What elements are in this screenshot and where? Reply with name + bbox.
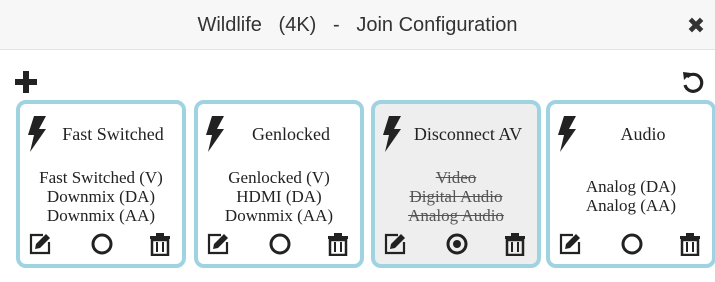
trash-icon[interactable] (678, 232, 702, 257)
edit-icon[interactable] (206, 232, 230, 256)
card-detail-line: Analog (AA) (585, 196, 677, 215)
bolt-icon (556, 116, 578, 152)
card-detail-line: HDMI (DA) (236, 186, 322, 206)
radio-unselected-icon[interactable] (620, 232, 644, 256)
card-title: Audio (620, 124, 666, 144)
card-detail-line: Downmix (AA) (224, 205, 334, 225)
card-actions (20, 232, 182, 258)
card-details: Fast Switched (V) Downmix (DA) Downmix (… (20, 166, 182, 226)
config-card-disconnect-av[interactable]: Disconnect AV Video Digital Audio Analog… (371, 100, 541, 268)
trash-icon[interactable] (503, 232, 527, 257)
card-actions (198, 232, 360, 258)
card-detail-line: Video (435, 167, 477, 187)
card-header: Audio (550, 114, 712, 154)
card-detail-line: Downmix (DA) (46, 186, 156, 206)
radio-unselected-icon[interactable] (90, 232, 114, 256)
card-detail-line: Genlocked (V) (228, 167, 330, 187)
card-detail-line: Downmix (AA) (46, 205, 156, 225)
card-details: Video Digital Audio Analog Audio (375, 166, 537, 226)
bolt-icon (381, 116, 403, 152)
bolt-icon (26, 116, 48, 152)
card-title: Genlocked (252, 124, 330, 144)
radio-unselected-icon[interactable] (268, 232, 292, 256)
plus-icon[interactable] (14, 70, 38, 94)
card-title: Fast Switched (62, 124, 164, 144)
card-detail-line: Fast Switched (V) (39, 167, 163, 187)
close-icon[interactable]: ✖ (685, 16, 707, 38)
refresh-icon[interactable] (681, 70, 705, 94)
card-actions (375, 232, 537, 258)
card-details: Genlocked (V) HDMI (DA) Downmix (AA) (198, 166, 360, 226)
card-detail-line: Analog Audio (408, 205, 504, 225)
join-config-cards: Fast Switched Fast Switched (V) Downmix … (16, 100, 715, 272)
radio-selected-icon[interactable] (445, 232, 469, 256)
card-details: Analog (DA) Analog (AA) (550, 166, 712, 226)
config-card-audio[interactable]: Audio Analog (DA) Analog (AA) (546, 100, 715, 268)
config-card-fast-switched[interactable]: Fast Switched Fast Switched (V) Downmix … (16, 100, 186, 268)
card-title: Disconnect AV (413, 124, 523, 144)
dialog-title: Wildlife (4K) - Join Configuration (197, 14, 518, 36)
trash-icon[interactable] (326, 232, 350, 257)
edit-icon[interactable] (28, 232, 52, 256)
config-card-genlocked[interactable]: Genlocked Genlocked (V) HDMI (DA) Downmi… (194, 100, 364, 268)
edit-icon[interactable] (558, 232, 582, 256)
card-detail-line: Analog (DA) (585, 177, 677, 196)
join-configuration-dialog: Wildlife (4K) - Join Configuration ✖ Fas… (0, 0, 715, 282)
dialog-titlebar: Wildlife (4K) - Join Configuration ✖ (0, 0, 715, 50)
card-actions (550, 232, 712, 258)
card-header: Genlocked (198, 114, 360, 154)
trash-icon[interactable] (148, 232, 172, 257)
bolt-icon (204, 116, 226, 152)
card-header: Fast Switched (20, 114, 182, 154)
card-header: Disconnect AV (375, 114, 537, 154)
edit-icon[interactable] (383, 232, 407, 256)
card-detail-line: Digital Audio (409, 186, 503, 206)
